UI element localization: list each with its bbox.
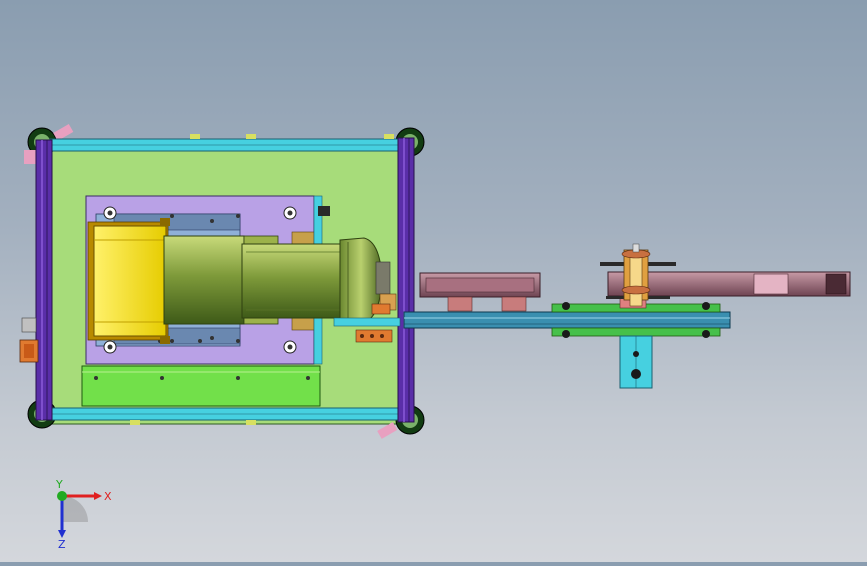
coordinate-triad: X Y Z <box>40 478 130 551</box>
gripper-arm-left <box>419 272 541 312</box>
motor <box>163 235 401 327</box>
left-fittings <box>19 317 39 363</box>
z-axis-label: Z <box>58 538 66 548</box>
lower-support-block <box>81 365 321 407</box>
yellow-coupling-block <box>87 218 170 344</box>
vertical-column <box>619 335 653 389</box>
assembly-drawing <box>19 124 851 439</box>
y-axis-dot <box>57 491 67 501</box>
cad-viewport[interactable]: X Y Z <box>0 0 867 562</box>
x-axis-label: X <box>104 490 112 503</box>
y-axis-label: Y <box>55 478 63 491</box>
